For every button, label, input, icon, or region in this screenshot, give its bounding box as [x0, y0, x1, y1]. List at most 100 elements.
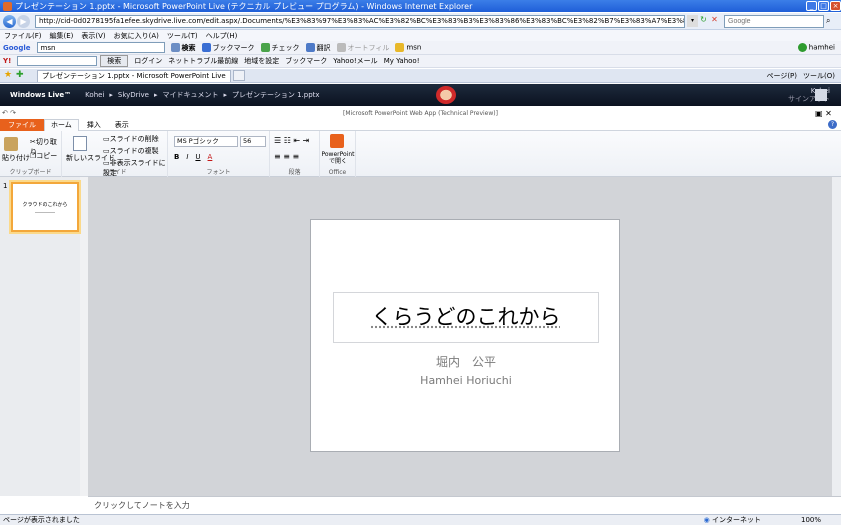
menu-edit[interactable]: 編集(E)	[50, 31, 74, 41]
font-size-select[interactable]: 56	[240, 136, 266, 147]
search-input[interactable]	[724, 14, 824, 28]
clipboard-label: クリップボード	[9, 169, 52, 176]
address-bar: ◀ ▶ http://cid-0d0278195fa1efee.skydrive…	[0, 13, 841, 30]
browser-tab[interactable]: プレゼンテーション 1.pptx - Microsoft PowerPoint …	[37, 69, 231, 82]
tab-insert[interactable]: 挿入	[79, 120, 109, 130]
stop-icon[interactable]: ✕	[709, 15, 720, 27]
new-slide-icon	[73, 136, 87, 151]
slide-title[interactable]: くらうどのこれから	[334, 301, 598, 331]
author-japanese[interactable]: 堀内 公平	[311, 353, 621, 370]
window-title-bar: プレゼンテーション 1.pptx - Microsoft PowerPoint …	[0, 0, 841, 12]
favorites-star-icon[interactable]: ★	[4, 70, 12, 80]
slides-label: スライド	[102, 169, 127, 176]
slide-canvas[interactable]: くらうどのこれから 堀内 公平 Hamhei Horiuchi	[310, 219, 620, 452]
font-label: フォント	[206, 169, 231, 176]
title-placeholder[interactable]: くらうどのこれから	[333, 292, 599, 343]
underline-button[interactable]: U	[195, 153, 200, 161]
google-check[interactable]: チェック	[260, 43, 300, 53]
group-office: PowerPoint で開く Office	[320, 131, 356, 177]
google-bookmark[interactable]: ブックマーク	[201, 43, 255, 53]
add-favorite-icon[interactable]: ✚	[16, 70, 24, 80]
windows-live-logo[interactable]: Windows Live™	[10, 91, 71, 99]
menu-tools[interactable]: ツール(T)	[167, 31, 198, 41]
yahoo-mail[interactable]: Yahoo!メール	[333, 56, 377, 66]
align-icon[interactable]: ≡ ≡ ≡	[274, 152, 299, 161]
group-font: MS Pゴシック 56 B I U A フォント	[168, 131, 270, 177]
author-english[interactable]: Hamhei Horiuchi	[311, 374, 621, 387]
copy-button[interactable]: ❐コピー	[30, 151, 57, 161]
yahoo-login[interactable]: ログイン	[134, 56, 162, 66]
back-button[interactable]: ◀	[3, 14, 16, 28]
browser-tab-strip: ★ ✚ プレゼンテーション 1.pptx - Microsoft PowerPo…	[0, 69, 841, 83]
forward-button[interactable]: ▶	[17, 14, 30, 28]
yahoo-search-field[interactable]	[17, 56, 98, 66]
binoculars-icon	[170, 43, 180, 52]
breadcrumb-skydrive[interactable]: SkyDrive	[118, 91, 149, 99]
ie-page-menu[interactable]: ページ(P)	[766, 71, 797, 81]
google-user[interactable]: hamhei	[797, 43, 835, 52]
thumbnail-title: クラウドのこれから	[22, 202, 68, 208]
tab-view[interactable]: 表示	[109, 120, 135, 130]
zoom-level[interactable]: 100%	[801, 516, 821, 524]
breadcrumb-user[interactable]: Kohei	[85, 91, 104, 99]
thumbnail-scrollbar[interactable]	[80, 177, 88, 496]
window-title: プレゼンテーション 1.pptx - Microsoft PowerPoint …	[15, 1, 473, 11]
breadcrumb-my-documents[interactable]: マイドキュメント	[162, 90, 218, 100]
menu-help[interactable]: ヘルプ(H)	[206, 31, 238, 41]
menu-file[interactable]: ファイル(F)	[4, 31, 42, 41]
workspace-scrollbar[interactable]	[832, 177, 841, 496]
status-bar: ページが表示されました ◉ インターネット 100%	[0, 514, 841, 525]
new-tab-button[interactable]	[232, 70, 245, 81]
tab-home[interactable]: ホーム	[44, 119, 79, 131]
open-in-powerpoint-button[interactable]: PowerPoint で開く	[321, 151, 355, 165]
translate-icon	[305, 43, 315, 52]
address-dropdown-icon[interactable]: ▾	[687, 15, 698, 27]
window-controls[interactable]: ▣ ✕	[815, 109, 832, 118]
globe-icon: ◉	[703, 516, 710, 524]
notes-placeholder: クリックしてノートを入力	[94, 501, 190, 510]
paste-button[interactable]: 貼り付け	[2, 153, 30, 163]
font-color-button[interactable]: A	[208, 153, 213, 161]
slide-number: 1	[3, 182, 8, 190]
yahoo-search-button[interactable]: 検索	[100, 55, 129, 67]
delete-slide-button[interactable]: ▭スライドの削除	[103, 134, 159, 144]
my-yahoo[interactable]: My Yahoo!	[384, 57, 420, 65]
powerpoint-icon	[330, 134, 344, 148]
slide-thumbnail[interactable]: クラウドのこれから	[9, 180, 81, 234]
url-field[interactable]: http://cid-0d0278195fa1efee.skydrive.liv…	[35, 14, 685, 28]
close-window-button[interactable]: ×	[830, 1, 841, 11]
group-slides: 新しいスライド ▭スライドの削除 ▭スライドの複製 ▭非表示スライドに設定 スラ…	[62, 131, 168, 177]
duplicate-slide-button[interactable]: ▭スライドの複製	[103, 146, 159, 156]
google-autofill[interactable]: オートフィル	[336, 43, 389, 53]
ribbon: 貼り付け ✂切り取り ❐コピー クリップボード 新しいスライド ▭スライドの削除…	[0, 131, 841, 177]
refresh-icon[interactable]: ↻	[698, 15, 709, 27]
help-icon[interactable]: ?	[828, 120, 837, 129]
yahoo-net-trouble[interactable]: ネットトラブル最前線	[168, 56, 238, 66]
google-search-field[interactable]: msn	[36, 42, 165, 53]
ie-tools-menu[interactable]: ツール(O)	[803, 71, 835, 81]
yahoo-region[interactable]: 地域を設定	[244, 56, 279, 66]
yahoo-bookmark[interactable]: ブックマーク	[285, 56, 327, 66]
paragraph-label: 段落	[288, 169, 301, 176]
menu-view[interactable]: 表示(V)	[81, 31, 105, 41]
paste-icon	[4, 137, 18, 151]
maximize-button[interactable]: □	[818, 1, 829, 11]
notes-pane[interactable]: クリックしてノートを入力	[88, 496, 841, 514]
google-search-button[interactable]: 検索	[170, 43, 196, 53]
google-msn[interactable]: msn	[395, 43, 421, 52]
internet-zone: ◉ インターネット	[703, 516, 761, 524]
user-avatar[interactable]	[815, 89, 827, 101]
tab-file[interactable]: ファイル	[0, 119, 44, 131]
app-title: [Microsoft PowerPoint Web App (Technical…	[343, 110, 498, 117]
star-icon	[201, 43, 211, 52]
thumbnail-subtitle-line	[35, 212, 55, 213]
google-translate[interactable]: 翻訳	[305, 43, 331, 53]
font-name-select[interactable]: MS Pゴシック	[174, 136, 238, 147]
bullets-icon[interactable]: ☰ ☷ ⇤ ⇥	[274, 136, 309, 145]
autofill-icon	[336, 43, 346, 52]
bold-button[interactable]: B	[174, 153, 179, 161]
italic-button[interactable]: I	[186, 153, 188, 161]
search-icon[interactable]: ⌕	[826, 16, 836, 26]
minimize-button[interactable]: _	[806, 1, 817, 11]
menu-favorites[interactable]: お気に入り(A)	[114, 31, 159, 41]
